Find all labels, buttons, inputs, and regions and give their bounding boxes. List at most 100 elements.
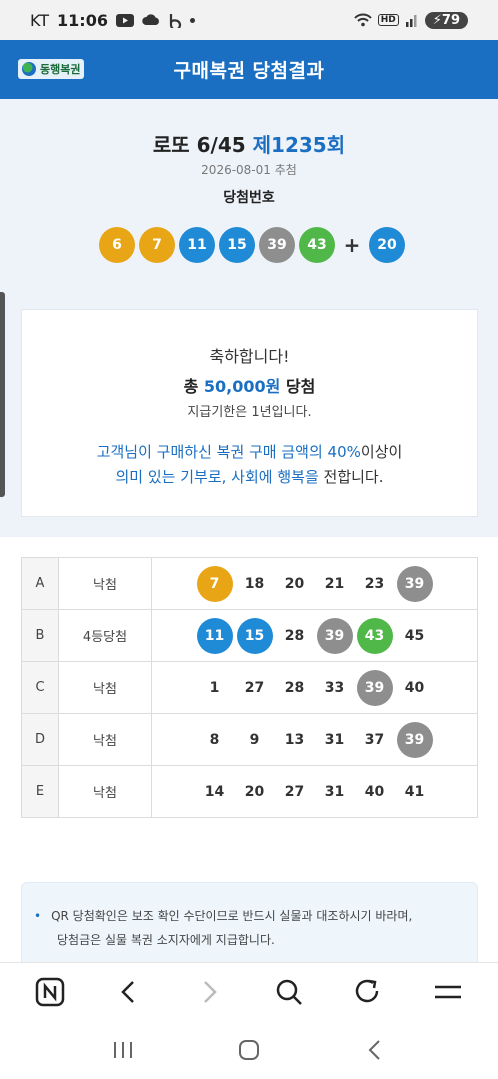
back-icon[interactable]	[109, 972, 149, 1012]
matched-number-ball: 7	[196, 565, 233, 602]
recent-apps-icon[interactable]	[103, 1030, 143, 1070]
plus-sign: +	[343, 233, 361, 257]
game-result: 4등당첨	[58, 609, 152, 662]
game-result: 낙첨	[58, 713, 152, 766]
winning-ball: 11	[179, 227, 215, 263]
page-title: 구매복권 당첨결과	[173, 60, 325, 82]
dhlottery-logo[interactable]: 동행복권	[18, 59, 85, 79]
game-result: 낙첨	[58, 765, 152, 818]
winning-ball: 43	[299, 227, 335, 263]
winning-numbers-label: 당첨번호	[223, 190, 275, 206]
winning-ball: 39	[259, 227, 295, 263]
notice-text-1: QR 당첨확인은 보조 확인 수단이므로 반드시 실물과 대조하시기 바라며,	[51, 909, 413, 923]
donation-highlight-2: 의미 있는 기부로, 사회에 행복을	[115, 468, 319, 486]
edge-panel-handle[interactable]	[0, 292, 5, 497]
game-numbers-cell: 8 9 13 31 37 39	[151, 713, 478, 766]
draw-date: 2026-08-01 추첨	[201, 163, 297, 177]
number: 20	[284, 575, 305, 592]
donation-highlight-1: 고객님이 구매하신 복권 구매 금액의 40%	[96, 443, 361, 461]
game-numbers: 11 15 28 39 43 45	[152, 617, 477, 654]
table-row: C 낙첨 1 27 28 33 39 40	[21, 661, 478, 714]
game-label: D	[21, 713, 59, 766]
game-result: 낙첨	[58, 661, 152, 714]
number: 37	[364, 731, 385, 748]
b-app-icon	[169, 13, 182, 28]
number: 31	[324, 783, 345, 800]
clock: 11:06	[57, 10, 108, 30]
browser-toolbar	[0, 962, 498, 1020]
game-numbers: 8 9 13 31 37 39	[152, 721, 477, 758]
game-result: 낙첨	[58, 557, 152, 610]
status-bar: KT 11:06 HD ⚡79	[0, 0, 498, 40]
winning-ball: 7	[139, 227, 175, 263]
forward-icon[interactable]	[189, 972, 229, 1012]
notice-line: • QR 당첨확인은 보조 확인 수단이므로 반드시 실물과 대조하시기 바라며,	[34, 904, 465, 928]
matched-number-ball: 39	[396, 721, 433, 758]
number: 40	[364, 783, 385, 800]
search-icon[interactable]	[269, 972, 309, 1012]
system-nav-bar	[0, 1020, 498, 1079]
number: 1	[209, 679, 220, 696]
app-header: 동행복권 구매복권 당첨결과	[0, 40, 498, 99]
naver-n-icon[interactable]	[30, 972, 70, 1012]
game-numbers-cell: 7 18 20 21 23 39	[151, 557, 478, 610]
donation-text-2: 전합니다.	[318, 468, 384, 486]
wifi-icon	[354, 13, 372, 27]
number: 20	[244, 783, 265, 800]
matched-number-ball: 39	[316, 617, 353, 654]
refresh-icon[interactable]	[348, 972, 388, 1012]
number: 45	[404, 627, 425, 644]
matched-number-ball: 15	[236, 617, 273, 654]
game-numbers: 7 18 20 21 23 39	[152, 565, 477, 602]
table-row: E 낙첨 14 20 27 31 40 41	[21, 765, 478, 818]
round-title: 로또 6/45 제1235회	[0, 129, 498, 158]
number: 33	[324, 679, 345, 696]
prize-suffix: 당첨	[280, 377, 316, 396]
number: 14	[204, 783, 225, 800]
number: 13	[284, 731, 305, 748]
matched-number-ball: 39	[356, 669, 393, 706]
notice-text-2: 당첨금은 실물 복권 소지자에게 지급합니다.	[57, 933, 275, 947]
game-label: C	[21, 661, 59, 714]
game-label: E	[21, 765, 59, 818]
number: 9	[249, 731, 260, 748]
game-numbers: 1 27 28 33 39 40	[152, 669, 477, 706]
payment-deadline: 지급기한은 1년입니다.	[187, 405, 312, 420]
number: 31	[324, 731, 345, 748]
youtube-icon	[115, 13, 134, 27]
round-number: 제1235회	[252, 133, 346, 157]
bonus-ball: 20	[369, 227, 405, 263]
battery-icon: ⚡79	[424, 11, 468, 29]
winning-ball: 15	[219, 227, 255, 263]
number: 23	[364, 575, 385, 592]
logo-mark-icon	[22, 62, 36, 76]
donation-message-line1: 고객님이 구매하신 복권 구매 금액의 40%이상이	[22, 441, 477, 462]
game-label: A	[21, 557, 59, 610]
draw-summary: 로또 6/45 제1235회 2026-08-01 추첨 당첨번호 6 7 11…	[0, 99, 498, 289]
game-numbers-cell: 1 27 28 33 39 40	[151, 661, 478, 714]
results-table: A 낙첨 7 18 20 21 23 39 B 4등당첨 11 15 28 39 43 45 C 낙첨 1 27 28 3…	[21, 557, 478, 818]
winning-ball: 6	[99, 227, 135, 263]
congrats-text: 축하합니다!	[209, 347, 290, 366]
game-numbers-cell: 14 20 27 31 40 41	[151, 765, 478, 818]
home-icon[interactable]	[229, 1030, 269, 1070]
hd-badge: HD	[377, 14, 399, 26]
donation-text-1: 이상이	[360, 443, 403, 461]
notice-bullet: •	[34, 909, 42, 923]
matched-number-ball: 43	[356, 617, 393, 654]
prize-amount-line: 총 50,000원 당첨	[22, 373, 477, 397]
matched-number-ball: 11	[196, 617, 233, 654]
number: 41	[404, 783, 425, 800]
prize-prefix: 총	[183, 377, 204, 396]
donation-message-line2: 의미 있는 기부로, 사회에 행복을 전합니다.	[22, 466, 477, 487]
table-row: A 낙첨 7 18 20 21 23 39	[21, 557, 478, 610]
menu-icon[interactable]	[428, 972, 468, 1012]
game-label: B	[21, 609, 59, 662]
game-numbers-cell: 11 15 28 39 43 45	[151, 609, 478, 662]
system-back-icon[interactable]	[355, 1030, 395, 1070]
notice-box: • QR 당첨확인은 보조 확인 수단이므로 반드시 실물과 대조하시기 바라며,…	[21, 882, 478, 962]
logo-text: 동행복권	[40, 63, 81, 76]
cloud-icon	[142, 14, 159, 25]
table-row: B 4등당첨 11 15 28 39 43 45	[21, 609, 478, 662]
table-row: D 낙첨 8 9 13 31 37 39	[21, 713, 478, 766]
